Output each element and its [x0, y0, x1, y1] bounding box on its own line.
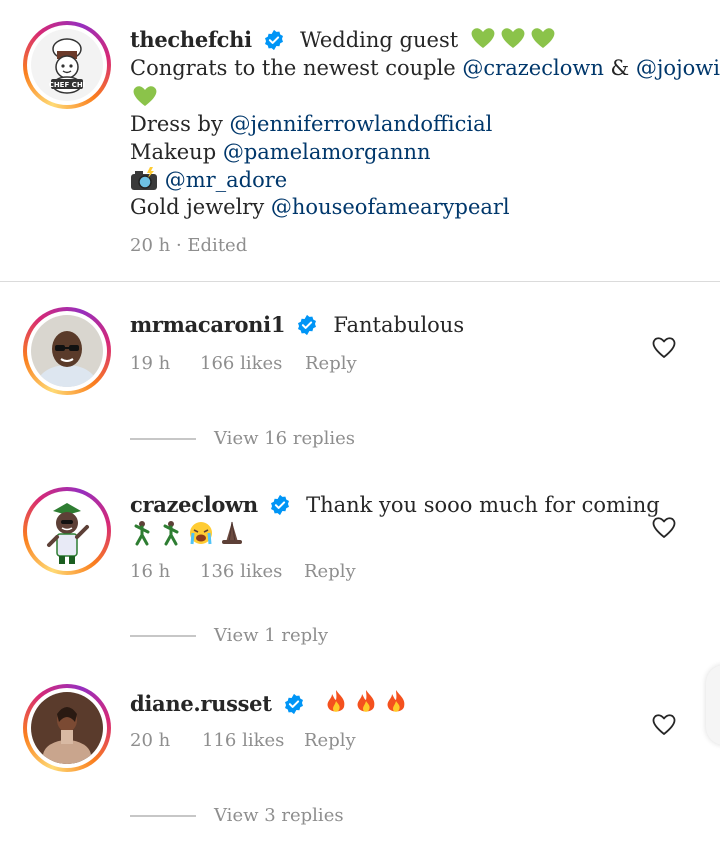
- view-replies-button[interactable]: View 1 reply: [130, 625, 328, 646]
- folded-hands-icon: [222, 521, 242, 544]
- caption-divider: [0, 281, 720, 282]
- mention-crazeclown[interactable]: @crazeclown: [462, 56, 603, 80]
- view-replies-button[interactable]: View 16 replies: [130, 428, 355, 449]
- caption-line-congrats: Congrats to the newest couple @crazeclow…: [130, 56, 720, 80]
- loudly-crying-face-icon: [190, 522, 212, 545]
- caption-line-dress: Dress by @jenniferrowlandofficial: [130, 112, 493, 136]
- replies-rule: [130, 814, 196, 817]
- profile-photo-icon: [31, 315, 103, 387]
- man-dancing-icon: [163, 521, 179, 546]
- comment-avatar[interactable]: [23, 487, 111, 575]
- cartoon-character-icon: [31, 495, 103, 567]
- comment-text: Fantabulous: [333, 313, 465, 337]
- comment-likes[interactable]: 116 likes: [202, 730, 284, 751]
- fire-icon: [327, 690, 345, 712]
- mention-jenniferrowlandofficial[interactable]: @jenniferrowlandofficial: [230, 112, 493, 136]
- like-heart-icon[interactable]: [651, 335, 677, 359]
- comment-emoji-line: [130, 520, 250, 550]
- comment-time: 19 h: [130, 353, 171, 374]
- reply-button[interactable]: Reply: [304, 561, 356, 582]
- comment-text: Thank you sooo much for coming: [306, 493, 660, 517]
- camera-with-flash-icon: [130, 167, 158, 196]
- view-replies-button[interactable]: View 3 replies: [130, 805, 344, 826]
- comment-username[interactable]: mrmacaroni1: [130, 312, 285, 337]
- comment-likes[interactable]: 166 likes: [200, 353, 282, 374]
- comment-avatar[interactable]: [23, 307, 111, 395]
- fire-icon: [387, 690, 405, 712]
- comment-header: crazeclown Thank you sooo much for comin…: [130, 492, 660, 517]
- verified-badge-icon: [264, 29, 283, 51]
- mention-mr-adore[interactable]: @mr_adore: [165, 168, 288, 192]
- caption-headline: Wedding guest: [300, 28, 459, 52]
- comment-header: diane.russet: [130, 689, 410, 719]
- view-replies-label: View 3 replies: [214, 805, 344, 826]
- chef-logo-icon: CHEF CHI: [31, 29, 103, 101]
- like-heart-icon[interactable]: [651, 712, 677, 736]
- comment-username[interactable]: diane.russet: [130, 691, 272, 716]
- mention-jojowigs[interactable]: @jojowigs: [636, 56, 720, 80]
- like-heart-icon[interactable]: [651, 515, 677, 539]
- verified-badge-icon: [284, 693, 303, 715]
- caption-avatar[interactable]: CHEF CHI: [23, 21, 111, 109]
- comment-username[interactable]: crazeclown: [130, 492, 258, 517]
- verified-badge-icon: [298, 314, 317, 336]
- replies-rule: [130, 437, 196, 440]
- reply-button[interactable]: Reply: [305, 353, 357, 374]
- green-heart-icon: [469, 26, 557, 54]
- reply-button[interactable]: Reply: [304, 730, 356, 751]
- comment-time: 20 h: [130, 730, 171, 751]
- green-heart-icon: [130, 84, 160, 112]
- mention-pamelamorgannn[interactable]: @pamelamorgannn: [223, 140, 431, 164]
- fire-icon: [357, 690, 375, 712]
- comment-time: 16 h: [130, 561, 171, 582]
- caption-username[interactable]: thechefchi: [130, 27, 252, 52]
- caption-time: 20 h: [130, 235, 171, 256]
- comment-emoji-line: [324, 689, 410, 719]
- edited-label: · Edited: [175, 235, 248, 256]
- caption-header: thechefchi Wedding guest: [130, 26, 557, 54]
- comment-avatar[interactable]: [23, 684, 111, 772]
- svg-text:CHEF CHI: CHEF CHI: [49, 81, 86, 89]
- caption-line-makeup: Makeup @pamelamorgannn: [130, 140, 431, 164]
- comment-likes[interactable]: 136 likes: [200, 561, 282, 582]
- man-dancing-icon: [134, 521, 150, 546]
- caption-line-photo: @mr_adore: [130, 167, 287, 196]
- comment-header: mrmacaroni1 Fantabulous: [130, 312, 464, 337]
- verified-badge-icon: [270, 494, 289, 516]
- view-replies-label: View 1 reply: [214, 625, 329, 646]
- caption-meta: 20 h · Edited: [130, 235, 247, 256]
- caption-line-jewelry: Gold jewelry @houseofamearypearl: [130, 195, 510, 219]
- replies-rule: [130, 634, 196, 637]
- floating-scroll-handle[interactable]: [706, 665, 720, 745]
- profile-photo-icon: [31, 692, 103, 764]
- view-replies-label: View 16 replies: [214, 428, 356, 449]
- mention-houseofamearypearl[interactable]: @houseofamearypearl: [271, 195, 510, 219]
